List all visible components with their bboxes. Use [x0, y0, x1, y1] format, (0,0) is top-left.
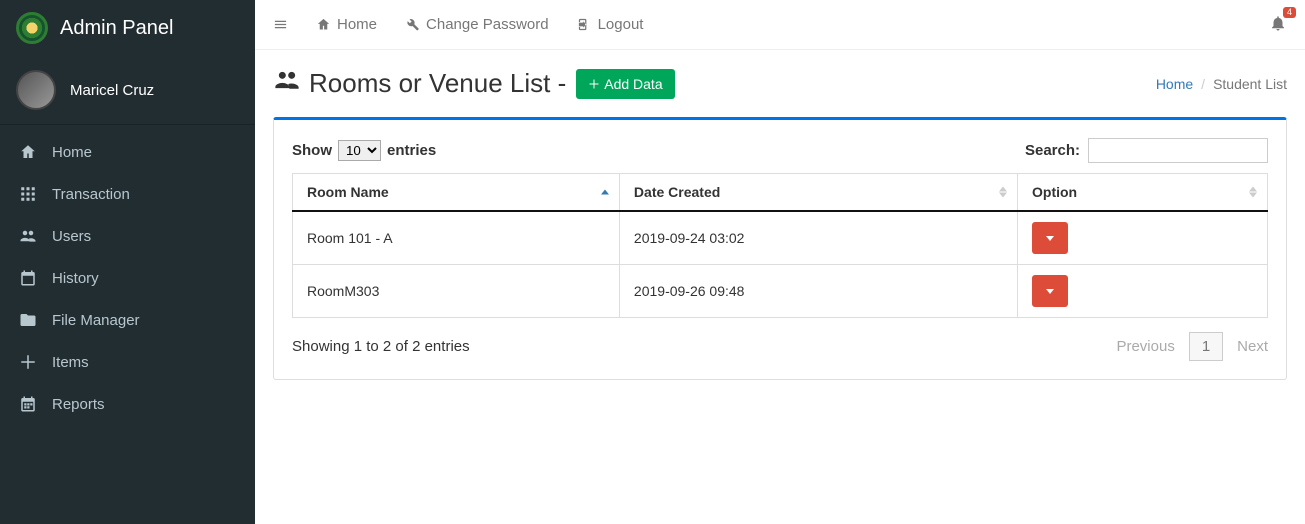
breadcrumb-home[interactable]: Home — [1156, 76, 1193, 92]
add-data-label: Add Data — [604, 76, 662, 92]
data-table: Room Name Date Created — [292, 173, 1268, 318]
brand-logo-icon — [16, 12, 48, 44]
topbar-home[interactable]: Home — [316, 16, 377, 33]
wrench-icon — [405, 17, 420, 32]
pagination-next[interactable]: Next — [1237, 338, 1268, 355]
notification-badge: 4 — [1283, 7, 1296, 18]
row-actions-button[interactable] — [1032, 275, 1068, 307]
caret-down-icon — [1046, 289, 1054, 294]
sidebar-item-label: Transaction — [52, 186, 130, 203]
sort-indicator-icon — [1249, 187, 1257, 198]
sidebar-item-label: File Manager — [52, 312, 140, 329]
sidebar-item-file-manager[interactable]: File Manager — [0, 299, 255, 341]
user-name: Maricel Cruz — [70, 82, 154, 99]
cell-option — [1018, 211, 1268, 265]
sort-indicator-icon — [999, 187, 1007, 198]
add-data-button[interactable]: Add Data — [576, 69, 674, 99]
hamburger-icon — [273, 17, 288, 32]
page-title-text: Rooms or Venue List - — [309, 68, 566, 99]
breadcrumb-current: Student List — [1213, 76, 1287, 92]
cell-date-created: 2019-09-24 03:02 — [619, 211, 1017, 265]
calendar-icon — [18, 269, 38, 287]
sidebar-item-items[interactable]: Items — [0, 341, 255, 383]
sidebar-item-label: Home — [52, 144, 92, 161]
cell-date-created: 2019-09-26 09:48 — [619, 265, 1017, 318]
caret-down-icon — [1046, 236, 1054, 241]
cell-room-name: RoomM303 — [293, 265, 620, 318]
sidebar-item-home[interactable]: Home — [0, 131, 255, 173]
row-actions-button[interactable] — [1032, 222, 1068, 254]
search-label: Search: — [1025, 142, 1080, 159]
page-size-select[interactable]: 10 — [338, 140, 381, 161]
pagination: Previous 1 Next — [1116, 332, 1268, 361]
col-date-created[interactable]: Date Created — [619, 174, 1017, 212]
search-input[interactable] — [1088, 138, 1268, 163]
sidebar: Admin Panel Maricel Cruz Home Transactio… — [0, 0, 255, 524]
sidebar-item-label: History — [52, 270, 99, 287]
sidebar-item-users[interactable]: Users — [0, 215, 255, 257]
brand[interactable]: Admin Panel — [0, 0, 255, 56]
folder-icon — [18, 311, 38, 329]
notifications[interactable]: 4 — [1269, 14, 1287, 35]
page-title: Rooms or Venue List - — [273, 66, 566, 101]
breadcrumb-separator: / — [1201, 76, 1205, 92]
topbar-home-label: Home — [337, 16, 377, 33]
table-info: Showing 1 to 2 of 2 entries — [292, 338, 470, 355]
sidebar-item-label: Items — [52, 354, 89, 371]
users-icon — [273, 66, 301, 101]
col-room-name-label: Room Name — [307, 184, 389, 200]
table-row: RoomM303 2019-09-26 09:48 — [293, 265, 1268, 318]
cell-room-name: Room 101 - A — [293, 211, 620, 265]
sidebar-nav: Home Transaction Users History File Mana… — [0, 131, 255, 425]
sort-indicator-icon — [601, 190, 609, 195]
topbar-change-password[interactable]: Change Password — [405, 16, 549, 33]
grid-icon — [18, 185, 38, 203]
topbar-logout[interactable]: Logout — [577, 16, 644, 33]
sidebar-item-label: Reports — [52, 396, 105, 413]
brand-title: Admin Panel — [60, 17, 173, 40]
topbar-logout-label: Logout — [598, 16, 644, 33]
sidebar-item-label: Users — [52, 228, 91, 245]
home-icon — [316, 17, 331, 32]
col-room-name[interactable]: Room Name — [293, 174, 620, 212]
main-area: Home Change Password Logout 4 Rooms or V… — [255, 0, 1305, 524]
page-header: Rooms or Venue List - Add Data Home / St… — [273, 66, 1287, 101]
topbar-change-password-label: Change Password — [426, 16, 549, 33]
col-date-created-label: Date Created — [634, 184, 720, 200]
breadcrumb: Home / Student List — [1156, 76, 1287, 92]
table-controls: Show 10 entries Search: — [292, 138, 1268, 163]
topbar: Home Change Password Logout 4 — [255, 0, 1305, 50]
table-row: Room 101 - A 2019-09-24 03:02 — [293, 211, 1268, 265]
user-panel[interactable]: Maricel Cruz — [0, 56, 255, 124]
logout-icon — [577, 17, 592, 32]
sidebar-item-reports[interactable]: Reports — [0, 383, 255, 425]
plus-icon — [18, 353, 38, 371]
sidebar-divider — [0, 124, 255, 125]
calendar-grid-icon — [18, 395, 38, 413]
avatar — [16, 70, 56, 110]
pagination-previous[interactable]: Previous — [1116, 338, 1174, 355]
users-icon — [18, 227, 38, 245]
table-footer: Showing 1 to 2 of 2 entries Previous 1 N… — [292, 332, 1268, 361]
show-label: Show — [292, 142, 332, 159]
sidebar-item-history[interactable]: History — [0, 257, 255, 299]
sidebar-item-transaction[interactable]: Transaction — [0, 173, 255, 215]
data-panel: Show 10 entries Search: Room Name — [273, 117, 1287, 380]
entries-label: entries — [387, 142, 436, 159]
plus-icon — [588, 78, 600, 90]
menu-toggle[interactable] — [273, 17, 288, 32]
cell-option — [1018, 265, 1268, 318]
content: Rooms or Venue List - Add Data Home / St… — [255, 50, 1305, 396]
pagination-page-1[interactable]: 1 — [1189, 332, 1223, 361]
home-icon — [18, 143, 38, 161]
col-option-label: Option — [1032, 184, 1077, 200]
col-option[interactable]: Option — [1018, 174, 1268, 212]
